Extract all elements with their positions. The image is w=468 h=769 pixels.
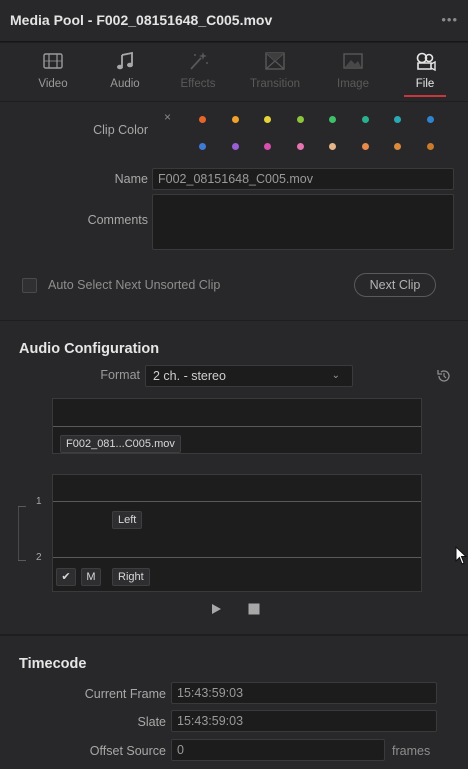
file-reels-icon xyxy=(416,52,436,72)
tab-audio[interactable]: Audio xyxy=(90,43,160,101)
tab-effects-label: Effects xyxy=(180,78,216,90)
clip-color-swatch[interactable] xyxy=(361,116,369,123)
mouse-pointer-icon xyxy=(455,546,468,565)
current-frame-field[interactable]: 15:43:59:03 xyxy=(171,682,437,704)
timecode-section: Timecode Current Frame 15:43:59:03 Slate… xyxy=(0,636,468,769)
channel-1-label-tag[interactable]: Left xyxy=(112,511,143,529)
stop-icon[interactable] xyxy=(247,602,261,616)
clip-color-swatch[interactable] xyxy=(231,116,239,123)
active-tab-indicator xyxy=(404,95,446,97)
bracket-top xyxy=(18,506,26,507)
chevron-down-icon: ⌄ xyxy=(331,370,340,381)
play-icon[interactable] xyxy=(209,602,223,616)
timecode-heading: Timecode xyxy=(19,656,87,672)
channel-2-label-tag[interactable]: Right xyxy=(112,568,150,586)
current-frame-label: Current Frame xyxy=(84,687,166,701)
magic-wand-icon xyxy=(190,52,208,70)
channel-mute-button[interactable]: M xyxy=(81,568,101,586)
slate-field[interactable]: 15:43:59:03 xyxy=(171,710,437,732)
source-track-box: F002_081...C005.mov xyxy=(52,398,422,454)
film-icon xyxy=(43,53,63,69)
comments-label: Comments xyxy=(87,213,148,227)
format-label: Format xyxy=(100,368,140,382)
next-clip-button[interactable]: Next Clip xyxy=(354,273,436,297)
tab-audio-label: Audio xyxy=(110,78,140,90)
slate-label: Slate xyxy=(137,715,167,729)
offset-source-label: Offset Source xyxy=(89,744,166,758)
tab-image[interactable]: Image xyxy=(318,43,388,101)
frames-unit-label: frames xyxy=(392,744,431,758)
tab-transition[interactable]: Transition xyxy=(240,43,310,101)
clip-color-swatch[interactable] xyxy=(199,143,206,150)
clear-clip-color-button[interactable]: × xyxy=(164,110,171,124)
clip-color-swatch[interactable] xyxy=(264,143,271,150)
tab-image-label: Image xyxy=(337,78,369,90)
clip-color-swatch[interactable] xyxy=(231,143,239,150)
clip-color-swatch[interactable] xyxy=(199,116,206,123)
format-value: 2 ch. - stereo xyxy=(153,369,226,383)
reset-icon[interactable] xyxy=(436,368,452,384)
tab-effects[interactable]: Effects xyxy=(163,43,233,101)
panel-title: Media Pool - F002_08151648_C005.mov xyxy=(10,12,273,28)
channel-link-bracket xyxy=(18,506,19,560)
audio-configuration-section: Audio Configuration Format 2 ch. - stere… xyxy=(0,321,468,634)
clip-color-swatch[interactable] xyxy=(329,143,336,150)
clip-color-swatch[interactable] xyxy=(361,143,369,150)
clip-color-swatch[interactable] xyxy=(264,116,271,123)
image-icon xyxy=(343,53,363,69)
clip-color-swatch[interactable] xyxy=(394,116,401,123)
clip-color-swatch[interactable] xyxy=(426,116,434,123)
clip-color-label: Clip Color xyxy=(93,123,148,137)
bracket-bottom xyxy=(18,560,26,561)
channel-2-number: 2 xyxy=(36,552,42,563)
auto-select-label: Auto Select Next Unsorted Clip xyxy=(48,278,221,292)
channel-1-waveform-line xyxy=(53,501,421,502)
music-note-icon xyxy=(117,51,133,70)
channel-track-box: Left ✔ M Right xyxy=(52,474,422,592)
format-dropdown[interactable]: 2 ch. - stereo ⌄ xyxy=(145,365,353,387)
name-label: Name xyxy=(114,172,148,186)
inspector-tab-bar: Video Audio Effects Transition Image Fil… xyxy=(0,43,468,101)
clip-color-swatch[interactable] xyxy=(426,143,434,150)
source-waveform-line xyxy=(53,426,421,427)
tab-video-label: Video xyxy=(38,78,68,90)
tab-video[interactable]: Video xyxy=(18,43,88,101)
channel-1-number: 1 xyxy=(36,496,42,507)
more-options-button[interactable]: ••• xyxy=(441,12,458,27)
tab-transition-label: Transition xyxy=(249,78,301,90)
channel-enable-checkbox[interactable]: ✔ xyxy=(56,568,76,586)
clip-color-swatch[interactable] xyxy=(394,143,401,150)
transition-icon xyxy=(265,52,285,70)
auto-select-checkbox[interactable] xyxy=(22,278,37,293)
clip-color-swatch[interactable] xyxy=(296,143,304,150)
clip-color-swatch[interactable] xyxy=(296,116,304,123)
clip-color-swatch[interactable] xyxy=(329,116,336,123)
tab-file-label: File xyxy=(415,78,435,90)
channel-2-waveform-line xyxy=(53,557,421,558)
panel-title-bar: Media Pool - F002_08151648_C005.mov ••• xyxy=(0,0,468,42)
clip-name-field[interactable]: F002_08151648_C005.mov xyxy=(152,168,454,190)
audio-configuration-heading: Audio Configuration xyxy=(19,341,160,357)
comments-field[interactable] xyxy=(152,194,454,250)
tab-file[interactable]: File xyxy=(390,43,460,101)
clip-info-section: Clip Color × Name F002_08151648_C005.mov… xyxy=(0,102,468,320)
source-clip-tag[interactable]: F002_081...C005.mov xyxy=(60,435,181,453)
offset-source-field[interactable]: 0 xyxy=(171,739,385,761)
